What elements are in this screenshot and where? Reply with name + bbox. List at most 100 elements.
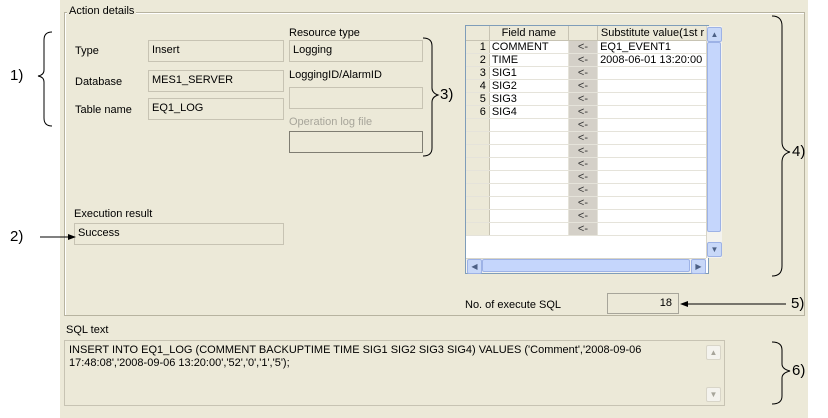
- substitute-value-cell[interactable]: [597, 183, 708, 197]
- substitute-value-cell[interactable]: 2008-06-01 13:20:00: [597, 53, 708, 67]
- table-row[interactable]: <-: [466, 196, 708, 210]
- row-number-cell: 4: [466, 79, 490, 93]
- row-number-cell: [466, 144, 490, 158]
- table-row[interactable]: <-: [466, 170, 708, 184]
- substitute-value-column-header[interactable]: Substitute value(1st r: [597, 26, 708, 41]
- substitute-value-cell[interactable]: [597, 222, 708, 236]
- table-row[interactable]: 6 SIG4 <-: [466, 105, 708, 119]
- substitute-value-cell[interactable]: EQ1_EVENT1: [597, 40, 708, 54]
- table-row[interactable]: <-: [466, 131, 708, 145]
- execute-sql-count-field: 18: [607, 293, 679, 314]
- table-row[interactable]: 3 SIG1 <-: [466, 66, 708, 80]
- scroll-left-icon[interactable]: ◀: [467, 259, 482, 274]
- arrow-cell: <-: [568, 118, 599, 132]
- scroll-down-icon[interactable]: ▼: [707, 242, 722, 257]
- table-row[interactable]: <-: [466, 183, 708, 197]
- table-row[interactable]: <-: [466, 157, 708, 171]
- arrow-cell: <-: [568, 183, 599, 197]
- field-name-cell[interactable]: TIME: [489, 53, 569, 67]
- arrow-cell: <-: [568, 66, 599, 80]
- field-name-cell[interactable]: [489, 222, 569, 236]
- arrow-cell: <-: [568, 157, 599, 171]
- arrow-cell: <-: [568, 170, 599, 184]
- field-name-cell[interactable]: SIG4: [489, 105, 569, 119]
- sql-vertical-scrollbar[interactable]: ▲ ▼: [706, 343, 722, 405]
- substitute-value-cell[interactable]: [597, 131, 708, 145]
- table-row[interactable]: 2 TIME <- 2008-06-01 13:20:00: [466, 53, 708, 67]
- substitute-value-cell[interactable]: [597, 118, 708, 132]
- field-name-cell[interactable]: [489, 144, 569, 158]
- table-row[interactable]: <-: [466, 144, 708, 158]
- table-row[interactable]: 1 COMMENT <- EQ1_EVENT1: [466, 40, 708, 54]
- field-name-cell[interactable]: [489, 131, 569, 145]
- substitute-value-cell[interactable]: [597, 196, 708, 210]
- arrow-cell: <-: [568, 131, 599, 145]
- grid-horizontal-scroll-thumb[interactable]: [482, 259, 690, 272]
- field-name-cell[interactable]: COMMENT: [489, 40, 569, 54]
- field-name-cell[interactable]: [489, 196, 569, 210]
- scroll-right-icon[interactable]: ▶: [691, 259, 706, 274]
- operation-log-field: [289, 131, 423, 153]
- database-label: Database: [75, 76, 123, 88]
- sql-scroll-down-icon[interactable]: ▼: [706, 387, 721, 402]
- sql-text-area[interactable]: INSERT INTO EQ1_LOG (COMMENT BACKUPTIME …: [64, 340, 725, 406]
- callout-5: 5): [791, 295, 805, 312]
- arrow-cell: <-: [568, 40, 599, 54]
- execution-result-label: Execution result: [74, 208, 153, 220]
- resource-type-field: Logging: [289, 40, 423, 62]
- arrow-cell: <-: [568, 79, 599, 93]
- callout-3: 3): [440, 86, 454, 103]
- substitute-value-cell[interactable]: [597, 144, 708, 158]
- table-row[interactable]: <-: [466, 209, 708, 223]
- logging-id-label: LoggingID/AlarmID: [289, 69, 382, 81]
- table-row[interactable]: <-: [466, 222, 708, 236]
- table-row[interactable]: <-: [466, 118, 708, 132]
- field-name-cell[interactable]: [489, 209, 569, 223]
- row-number-cell: [466, 222, 490, 236]
- arrow-cell: <-: [568, 196, 599, 210]
- substitute-value-cell[interactable]: [597, 79, 708, 93]
- table-name-label: Table name: [75, 104, 132, 116]
- database-field: MES1_SERVER: [148, 70, 284, 92]
- substitute-value-cell[interactable]: [597, 92, 708, 106]
- type-field: Insert: [148, 40, 284, 62]
- resource-type-label: Resource type: [289, 27, 360, 39]
- table-name-field: EQ1_LOG: [148, 98, 284, 120]
- field-name-cell[interactable]: [489, 183, 569, 197]
- row-number-cell: 5: [466, 92, 490, 106]
- row-number-cell: 3: [466, 66, 490, 80]
- row-number-cell: [466, 196, 490, 210]
- row-number-cell: [466, 170, 490, 184]
- field-name-cell[interactable]: SIG2: [489, 79, 569, 93]
- substitute-value-cell[interactable]: [597, 209, 708, 223]
- substitute-value-cell[interactable]: [597, 105, 708, 119]
- arrow-column-header: [568, 26, 599, 41]
- substitute-value-cell[interactable]: [597, 170, 708, 184]
- logging-id-field: [289, 87, 423, 109]
- substitute-value-cell[interactable]: [597, 66, 708, 80]
- arrow-cell: <-: [568, 105, 599, 119]
- arrow-cell: <-: [568, 53, 599, 67]
- field-name-cell[interactable]: [489, 118, 569, 132]
- arrow-cell: <-: [568, 222, 599, 236]
- row-number-cell: [466, 131, 490, 145]
- field-name-cell[interactable]: SIG3: [489, 92, 569, 106]
- field-mapping-grid[interactable]: Field name Substitute value(1st r 1 COMME…: [465, 25, 709, 274]
- callout-1: 1): [10, 67, 24, 84]
- row-number-cell: [466, 118, 490, 132]
- field-name-column-header[interactable]: Field name: [489, 26, 569, 41]
- table-row[interactable]: 4 SIG2 <-: [466, 79, 708, 93]
- sql-text-label: SQL text: [66, 324, 109, 336]
- row-number-cell: [466, 183, 490, 197]
- field-name-cell[interactable]: SIG1: [489, 66, 569, 80]
- row-number-cell: 1: [466, 40, 490, 54]
- grid-vertical-scroll-thumb[interactable]: [707, 42, 721, 232]
- sql-scroll-up-icon[interactable]: ▲: [706, 345, 721, 360]
- scroll-up-icon[interactable]: ▲: [707, 27, 722, 42]
- execute-sql-count-label: No. of execute SQL: [465, 299, 561, 311]
- substitute-value-cell[interactable]: [597, 157, 708, 171]
- table-row[interactable]: 5 SIG3 <-: [466, 92, 708, 106]
- field-name-cell[interactable]: [489, 157, 569, 171]
- field-name-cell[interactable]: [489, 170, 569, 184]
- execution-result-field: Success: [74, 223, 284, 245]
